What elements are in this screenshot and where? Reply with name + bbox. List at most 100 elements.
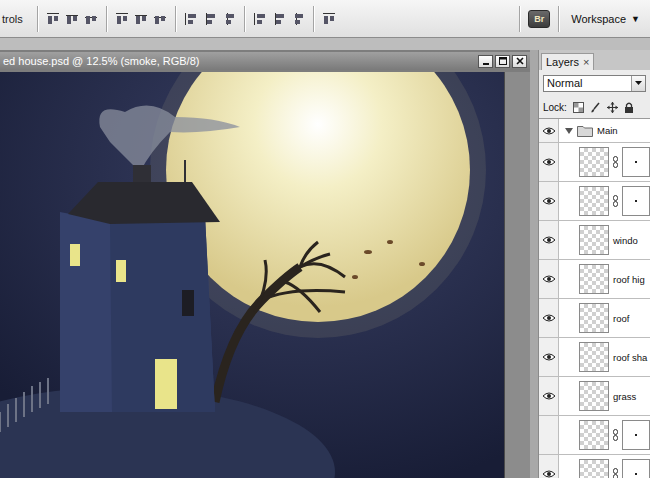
options-label[interactable]: trols (0, 13, 29, 25)
align-icon[interactable] (115, 12, 129, 26)
maximize-icon (499, 57, 507, 65)
eye-icon[interactable] (542, 391, 556, 401)
visibility-toggle[interactable] (539, 143, 559, 181)
mask-dot (635, 473, 637, 475)
visibility-toggle[interactable] (539, 338, 559, 376)
toolbar-separator (558, 6, 559, 32)
tab-close[interactable]: × (583, 56, 589, 68)
layer-body[interactable]: Main (559, 119, 650, 142)
align-icon[interactable] (46, 12, 60, 26)
mask-thumbnail (622, 420, 650, 450)
layer-row[interactable]: roof sha (539, 338, 650, 377)
lock-brush-icon[interactable] (590, 102, 601, 113)
align-icon[interactable] (65, 12, 79, 26)
close-icon (516, 57, 524, 65)
layer-body[interactable] (559, 182, 650, 220)
layer-body[interactable] (559, 455, 650, 478)
layer-row[interactable]: roof hig (539, 260, 650, 299)
document-title-bar[interactable]: ed house.psd @ 12.5% (smoke, RGB/8) (0, 52, 530, 70)
visibility-toggle[interactable] (539, 119, 559, 142)
select-arrow[interactable] (631, 76, 645, 91)
chain-icon[interactable] (613, 195, 618, 207)
visibility-toggle[interactable] (539, 182, 559, 220)
eye-icon[interactable] (542, 196, 556, 206)
maximize-button[interactable] (495, 55, 510, 68)
layer-row[interactable] (539, 182, 650, 221)
dropdown-icon (635, 81, 642, 85)
layer-name[interactable]: roof hig (613, 274, 645, 285)
layer-body[interactable]: roof (559, 299, 650, 337)
lock-transparency-icon[interactable] (573, 102, 584, 113)
align-icon[interactable] (203, 12, 217, 26)
layer-body[interactable]: windo (559, 221, 650, 259)
workspace-arrow[interactable]: ▼ (631, 14, 640, 24)
layer-row[interactable]: windo (539, 221, 650, 260)
layer-body[interactable] (559, 143, 650, 181)
visibility-toggle[interactable] (539, 299, 559, 337)
layer-body[interactable]: grass (559, 377, 650, 415)
eye-icon[interactable] (542, 157, 556, 167)
layer-body[interactable] (559, 416, 650, 454)
layer-name[interactable]: windo (613, 235, 638, 246)
layers-tab[interactable]: Layers× (541, 53, 594, 70)
eye-icon[interactable] (542, 126, 556, 136)
eye-icon[interactable] (542, 352, 556, 362)
close-button[interactable] (512, 55, 527, 68)
eye-icon[interactable] (542, 274, 556, 284)
layer-name[interactable]: grass (613, 391, 636, 402)
toolbar-separator (313, 6, 314, 32)
workspace-button[interactable]: Workspace▼ (567, 11, 644, 27)
layer-name[interactable]: roof (613, 313, 629, 324)
chain-icon[interactable] (613, 468, 618, 478)
minimize-icon (482, 57, 490, 65)
layer-thumbnail (579, 342, 609, 372)
canvas-illustration (0, 72, 504, 478)
align-icon[interactable] (222, 12, 236, 26)
chain-icon[interactable] (613, 429, 618, 441)
layer-body[interactable]: roof hig (559, 260, 650, 298)
layer-row[interactable] (539, 416, 650, 455)
blend-row: Normal (539, 70, 650, 96)
align-group (46, 12, 98, 26)
options-toolbar: trols Br Workspace▼ (0, 0, 650, 38)
align-icon[interactable] (184, 12, 198, 26)
lock-move-icon[interactable] (607, 102, 618, 113)
visibility-toggle[interactable] (539, 260, 559, 298)
lock-all-icon[interactable] (624, 102, 634, 113)
align-group (115, 12, 167, 26)
visibility-toggle[interactable] (539, 377, 559, 415)
align-icon[interactable] (153, 12, 167, 26)
layer-thumbnail (579, 381, 609, 411)
document-window: ed house.psd @ 12.5% (smoke, RGB/8) (0, 50, 530, 478)
align-icon[interactable] (272, 12, 286, 26)
minimize-button[interactable] (478, 55, 493, 68)
bridge-logo[interactable]: Br (528, 10, 550, 28)
layer-body[interactable]: roof sha (559, 338, 650, 376)
layer-name[interactable]: Main (597, 125, 618, 136)
align-icon[interactable] (134, 12, 148, 26)
layer-row[interactable]: grass (539, 377, 650, 416)
canvas[interactable] (0, 72, 504, 478)
layer-row[interactable]: roof (539, 299, 650, 338)
chain-icon[interactable] (613, 156, 618, 168)
layer-row[interactable] (539, 455, 650, 478)
layers-panel: Layers×NormalLock:Mainwindoroof higroofr… (538, 50, 650, 478)
eye-icon[interactable] (542, 469, 556, 478)
disclosure-icon[interactable] (565, 127, 573, 135)
eye-icon[interactable] (542, 235, 556, 245)
layer-name[interactable]: roof sha (613, 352, 647, 363)
align-group (253, 12, 305, 26)
blend-mode-select[interactable]: Normal (543, 75, 646, 92)
align-icon[interactable] (253, 12, 267, 26)
align-icon[interactable] (84, 12, 98, 26)
layer-list: Main windo roof hig roof roof sha grass (539, 118, 650, 478)
align-icon[interactable] (291, 12, 305, 26)
visibility-toggle[interactable] (539, 221, 559, 259)
eye-icon[interactable] (542, 313, 556, 323)
visibility-toggle[interactable] (539, 416, 559, 454)
visibility-toggle[interactable] (539, 455, 559, 478)
layer-group-row[interactable]: Main (539, 119, 650, 143)
align-icon[interactable] (322, 12, 336, 26)
canvas-pasteboard (504, 72, 530, 478)
layer-row[interactable] (539, 143, 650, 182)
